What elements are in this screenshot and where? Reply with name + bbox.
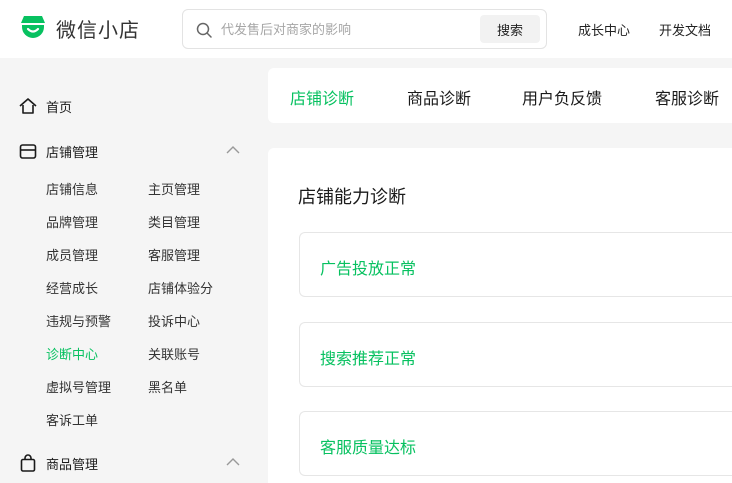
- sidebar-item-business-growth[interactable]: 经营成长: [46, 278, 98, 297]
- tab-store-diagnosis[interactable]: 店铺诊断: [290, 85, 354, 109]
- growth-center-link[interactable]: 成长中心: [578, 20, 630, 39]
- card-label: 客服质量达标: [320, 438, 417, 457]
- sidebar-item-store-info[interactable]: 店铺信息: [46, 179, 98, 198]
- sidebar-item-virtual-number[interactable]: 虚拟号管理: [46, 377, 111, 396]
- sidebar-item-category-management[interactable]: 类目管理: [148, 212, 200, 231]
- sidebar-item-label: 首页: [46, 100, 73, 116]
- sidebar-item-experience-score[interactable]: 店铺体验分: [148, 278, 213, 297]
- logo-text: 微信小店: [56, 17, 140, 42]
- sidebar-item-violations-warnings[interactable]: 违规与预警: [46, 311, 111, 330]
- dev-docs-link[interactable]: 开发文档: [659, 20, 711, 39]
- diagnosis-tabs: 店铺诊断 商品诊断 用户负反馈 客服诊断: [268, 68, 732, 123]
- store-icon: [19, 144, 37, 159]
- sidebar-section-product-management[interactable]: 商品管理: [18, 451, 248, 475]
- sidebar-item-linked-accounts[interactable]: 关联账号: [148, 344, 200, 363]
- sidebar-item-complaint-tickets[interactable]: 客诉工单: [46, 410, 98, 429]
- search-bar: 搜索: [182, 9, 547, 49]
- sidebar-item-complaint-center[interactable]: 投诉中心: [148, 311, 200, 330]
- card-label: 搜索推荐正常: [320, 349, 417, 368]
- diagnosis-card-search[interactable]: 搜索推荐正常: [299, 322, 732, 387]
- sidebar-item-homepage-management[interactable]: 主页管理: [148, 179, 200, 198]
- sidebar-section-label: 商品管理: [46, 457, 99, 473]
- search-input[interactable]: [221, 19, 461, 41]
- chevron-up-icon[interactable]: [226, 457, 240, 467]
- wechat-store-logo[interactable]: 微信小店: [18, 13, 140, 43]
- diagnosis-card-ads[interactable]: 广告投放正常: [299, 232, 732, 297]
- sidebar-item-service-management[interactable]: 客服管理: [148, 245, 200, 264]
- sidebar: 首页 店铺管理 店铺信息 主页管理 品牌管理 类目管理 成员管理 客服管理 经营…: [0, 58, 256, 483]
- card-label: 广告投放正常: [320, 259, 417, 278]
- sidebar-section-label: 店铺管理: [46, 145, 99, 161]
- sidebar-item-member-management[interactable]: 成员管理: [46, 245, 98, 264]
- shopping-bag-icon: [20, 454, 36, 472]
- top-header: 微信小店 搜索 成长中心 开发文档: [0, 0, 732, 58]
- sidebar-item-brand-management[interactable]: 品牌管理: [46, 212, 98, 231]
- logo-icon: [21, 16, 45, 38]
- diagnosis-panel: 店铺能力诊断 广告投放正常 搜索推荐正常 客服质量达标: [268, 148, 732, 483]
- chevron-up-icon[interactable]: [226, 145, 240, 155]
- search-icon: [196, 22, 212, 38]
- search-button[interactable]: 搜索: [480, 15, 540, 43]
- diagnosis-card-service[interactable]: 客服质量达标: [299, 411, 732, 476]
- sidebar-item-diagnosis-center[interactable]: 诊断中心: [46, 344, 98, 363]
- sidebar-item-home[interactable]: 首页: [18, 94, 248, 118]
- sidebar-section-store-management[interactable]: 店铺管理: [18, 139, 248, 163]
- home-icon: [19, 98, 37, 114]
- tab-negative-feedback[interactable]: 用户负反馈: [522, 85, 602, 109]
- tab-service-diagnosis[interactable]: 客服诊断: [655, 85, 719, 109]
- panel-title: 店铺能力诊断: [298, 187, 406, 208]
- tab-product-diagnosis[interactable]: 商品诊断: [407, 85, 471, 109]
- sidebar-item-blacklist[interactable]: 黑名单: [148, 377, 187, 396]
